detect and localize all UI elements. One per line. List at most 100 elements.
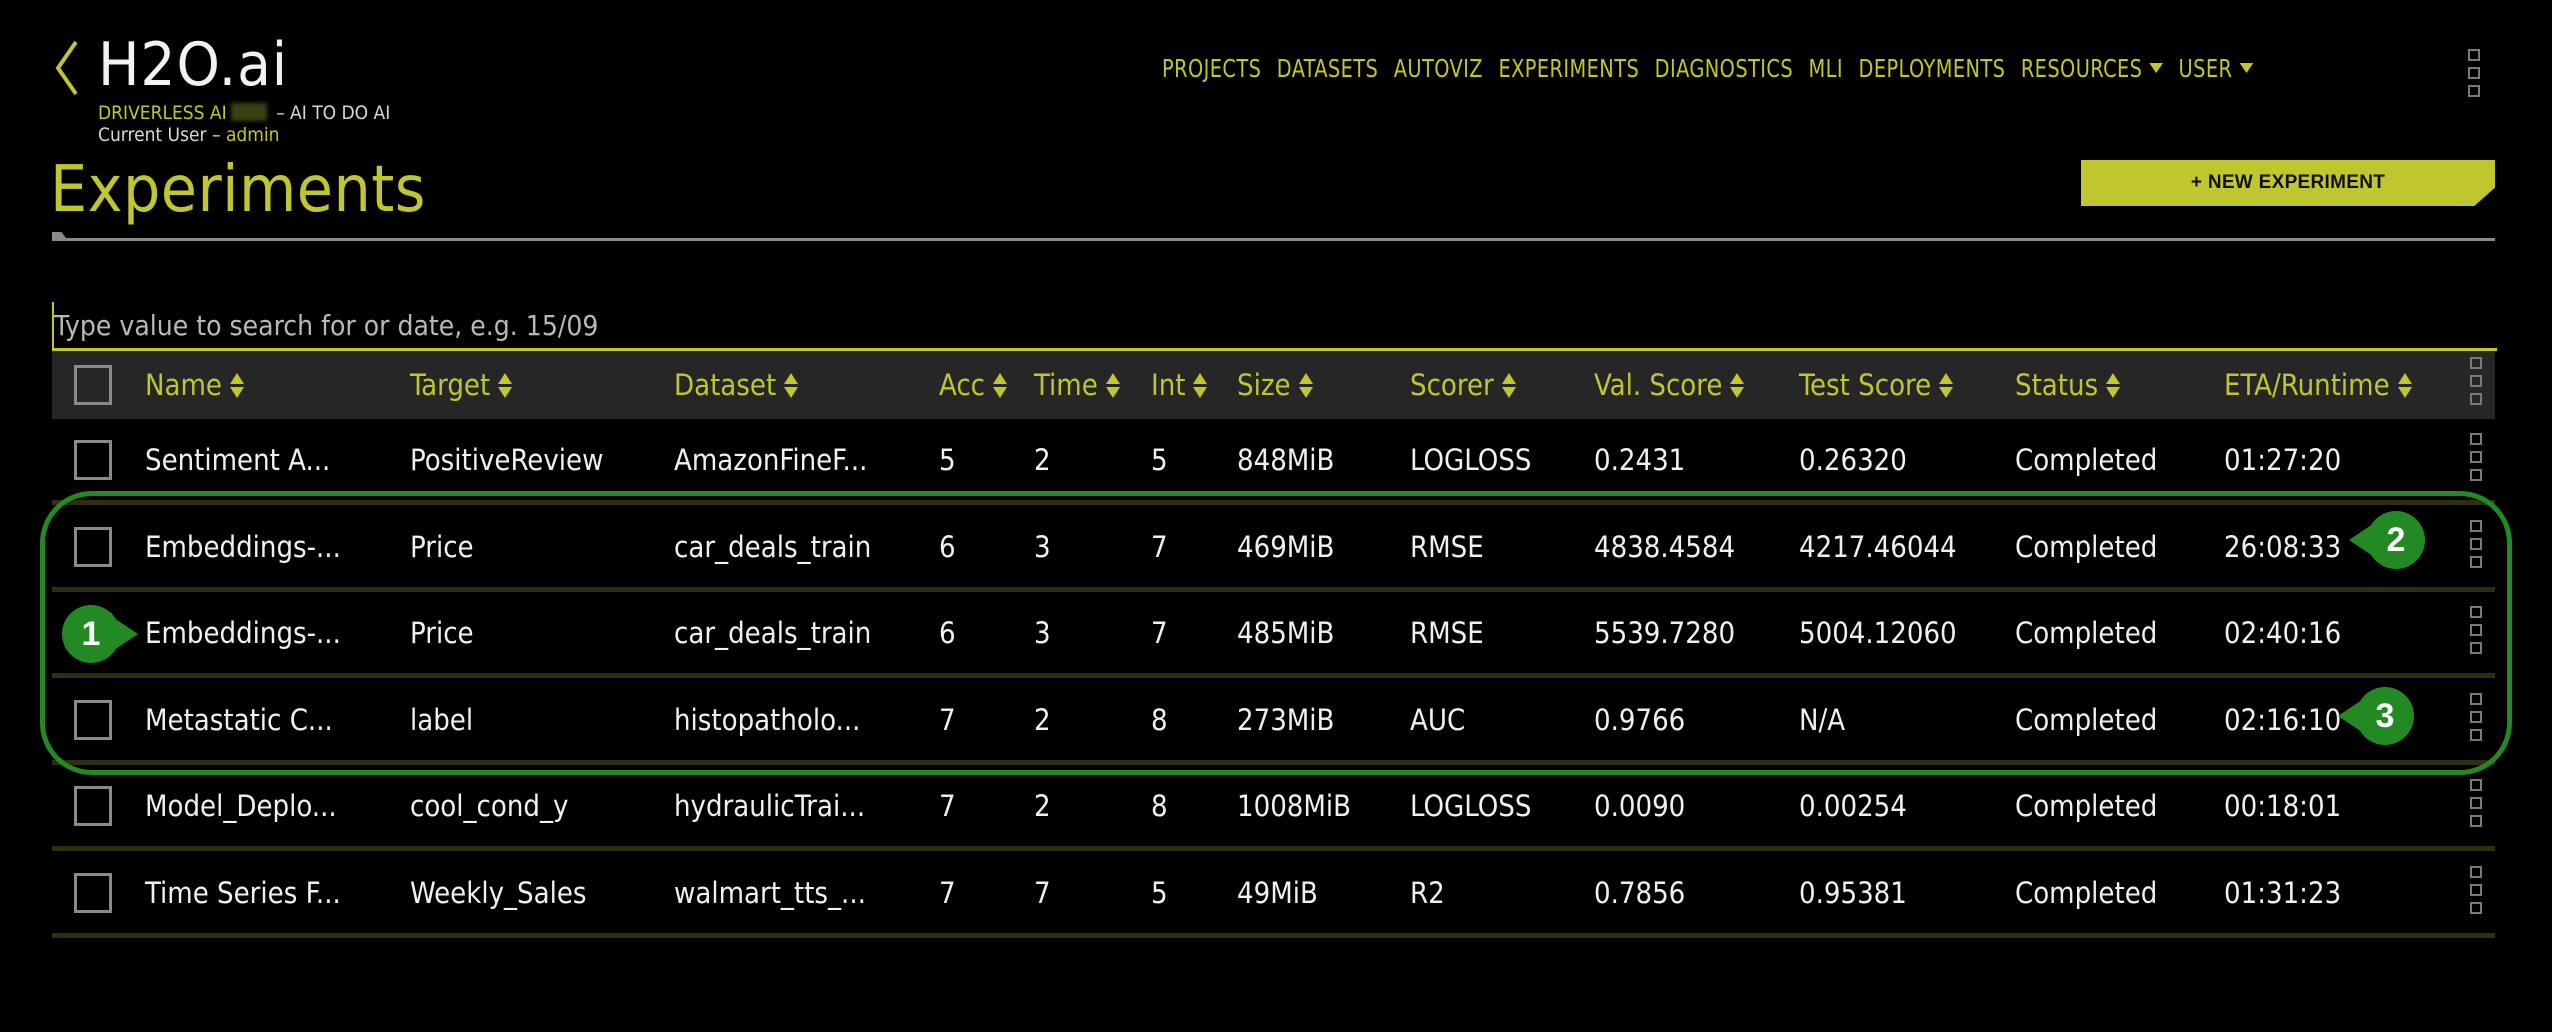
table-row[interactable]: Embeddings-... Price car_deals_train 6 3 7 469… <box>52 506 2495 592</box>
column-settings-icon[interactable] <box>2470 357 2482 405</box>
column-header-status[interactable]: Status <box>2015 351 2121 419</box>
table-row[interactable]: Time Series F... Weekly_Sales walmart_tts_… <box>52 852 2495 938</box>
column-header-test-score[interactable]: Test Score <box>1799 351 1954 419</box>
column-header-eta-runtime[interactable]: ETA/Runtime <box>2224 351 2412 419</box>
row-checkbox[interactable] <box>74 873 112 913</box>
nav-projects[interactable]: PROJECTS <box>1162 54 1261 83</box>
cell-time: 2 <box>1034 702 1051 737</box>
cell-time: 3 <box>1034 529 1051 564</box>
redacted-version <box>230 103 267 121</box>
nav-experiments[interactable]: EXPERIMENTS <box>1498 54 1639 83</box>
cell-val-score: 4838.4584 <box>1594 529 1736 564</box>
sort-icon[interactable] <box>993 372 1008 398</box>
cell-dataset: histopatholo... <box>674 702 861 737</box>
column-header-label: Test Score <box>1799 368 1932 402</box>
sort-icon[interactable] <box>1939 372 1954 398</box>
back-chevron-icon[interactable] <box>52 40 82 96</box>
column-header-label: Time <box>1034 368 1098 402</box>
nav-user-dropdown[interactable]: USER <box>2179 54 2253 83</box>
column-header-size[interactable]: Size <box>1237 351 1313 419</box>
cell-name[interactable]: Embeddings-... <box>145 592 341 673</box>
column-header-label: Size <box>1237 368 1291 402</box>
cell-test-score: 0.00254 <box>1799 788 1907 823</box>
cell-test-score: 0.95381 <box>1799 875 1907 910</box>
cell-dataset: car_deals_train <box>674 529 872 564</box>
cell-int: 7 <box>1151 615 1168 650</box>
cell-target: Weekly_Sales <box>410 875 587 910</box>
row-actions-icon[interactable] <box>2470 779 2482 827</box>
cell-size: 1008MiB <box>1237 788 1352 823</box>
column-header-acc[interactable]: Acc <box>939 351 1008 419</box>
sort-icon[interactable] <box>2397 372 2412 398</box>
annotation-marker-1: 1 <box>62 605 138 663</box>
table-row[interactable]: Sentiment A... PositiveReview AmazonFineF.… <box>52 419 2495 505</box>
nav-mli[interactable]: MLI <box>1809 54 1843 83</box>
cell-size: 49MiB <box>1237 875 1318 910</box>
row-actions-icon[interactable] <box>2470 433 2482 481</box>
nav-datasets[interactable]: DATASETS <box>1277 54 1378 83</box>
row-checkbox[interactable] <box>74 786 112 826</box>
table-row[interactable]: Model_Deplo... cool_cond_y hydraulicTrai..… <box>52 765 2495 851</box>
row-actions-icon[interactable] <box>2470 693 2482 741</box>
select-all-checkbox[interactable] <box>74 365 112 405</box>
sort-icon[interactable] <box>1501 372 1516 398</box>
row-checkbox[interactable] <box>74 700 112 740</box>
row-actions-icon[interactable] <box>2470 606 2482 654</box>
column-header-label: Status <box>2015 368 2099 402</box>
row-checkbox[interactable] <box>74 527 112 567</box>
current-user-label: Current User – <box>98 124 221 146</box>
cell-val-score: 0.9766 <box>1594 702 1686 737</box>
row-checkbox[interactable] <box>74 440 112 480</box>
sort-icon[interactable] <box>498 372 513 398</box>
row-actions-icon[interactable] <box>2470 520 2482 568</box>
column-header-time[interactable]: Time <box>1034 351 1120 419</box>
column-header-int[interactable]: Int <box>1151 351 1208 419</box>
column-header-val-score[interactable]: Val. Score <box>1594 351 1745 419</box>
search-input[interactable] <box>52 302 2497 351</box>
nav-autoviz[interactable]: AUTOVIZ <box>1394 54 1483 83</box>
cell-name[interactable]: Time Series F... <box>145 852 341 933</box>
table-row[interactable]: Metastatic C... label histopatholo... 7 2 8 27… <box>52 679 2495 765</box>
cell-scorer: LOGLOSS <box>1410 788 1532 823</box>
column-header-scorer[interactable]: Scorer <box>1410 351 1516 419</box>
cell-scorer: R2 <box>1410 875 1445 910</box>
cell-name[interactable]: Sentiment A... <box>145 419 330 500</box>
cell-test-score: 0.26320 <box>1799 442 1907 477</box>
page-title: Experiments <box>50 153 426 227</box>
sort-icon[interactable] <box>1105 372 1120 398</box>
cell-name[interactable]: Embeddings-... <box>145 506 341 587</box>
row-actions-icon[interactable] <box>2470 866 2482 914</box>
cell-acc: 6 <box>939 615 956 650</box>
column-header-dataset[interactable]: Dataset <box>674 351 799 419</box>
brand-tagline: – AI TO DO AI <box>276 102 391 124</box>
caret-down-icon <box>2149 63 2164 73</box>
sort-icon[interactable] <box>1730 372 1745 398</box>
nav-resources-dropdown[interactable]: RESOURCES <box>2021 54 2164 83</box>
cell-int: 5 <box>1151 875 1168 910</box>
column-header-label: Int <box>1151 368 1186 402</box>
column-header-target[interactable]: Target <box>410 351 513 419</box>
cell-val-score: 0.7856 <box>1594 875 1686 910</box>
sort-icon[interactable] <box>784 372 799 398</box>
column-header-name[interactable]: Name <box>145 351 244 419</box>
cell-acc: 5 <box>939 442 956 477</box>
sort-icon[interactable] <box>1193 372 1208 398</box>
table-row[interactable]: Embeddings-... Price car_deals_train 6 3 7 485… <box>52 592 2495 678</box>
sort-icon[interactable] <box>229 372 244 398</box>
cell-target: PositiveReview <box>410 442 604 477</box>
cell-eta-runtime: 02:16:10 <box>2224 702 2342 737</box>
cell-name[interactable]: Model_Deplo... <box>145 765 337 846</box>
cell-eta-runtime: 26:08:33 <box>2224 529 2342 564</box>
cell-target: cool_cond_y <box>410 788 569 823</box>
top-nav: PROJECTS DATASETS AUTOVIZ EXPERIMENTS DI… <box>1162 50 2253 86</box>
more-menu-icon[interactable] <box>2468 49 2480 97</box>
cell-acc: 7 <box>939 875 956 910</box>
cell-acc: 7 <box>939 788 956 823</box>
nav-diagnostics[interactable]: DIAGNOSTICS <box>1655 54 1793 83</box>
nav-deployments[interactable]: DEPLOYMENTS <box>1858 54 2005 83</box>
brand-logo-text: H2O.ai <box>98 30 289 100</box>
sort-icon[interactable] <box>2106 372 2121 398</box>
new-experiment-button[interactable]: + NEW EXPERIMENT <box>2081 160 2495 206</box>
sort-icon[interactable] <box>1298 372 1313 398</box>
cell-name[interactable]: Metastatic C... <box>145 679 333 760</box>
